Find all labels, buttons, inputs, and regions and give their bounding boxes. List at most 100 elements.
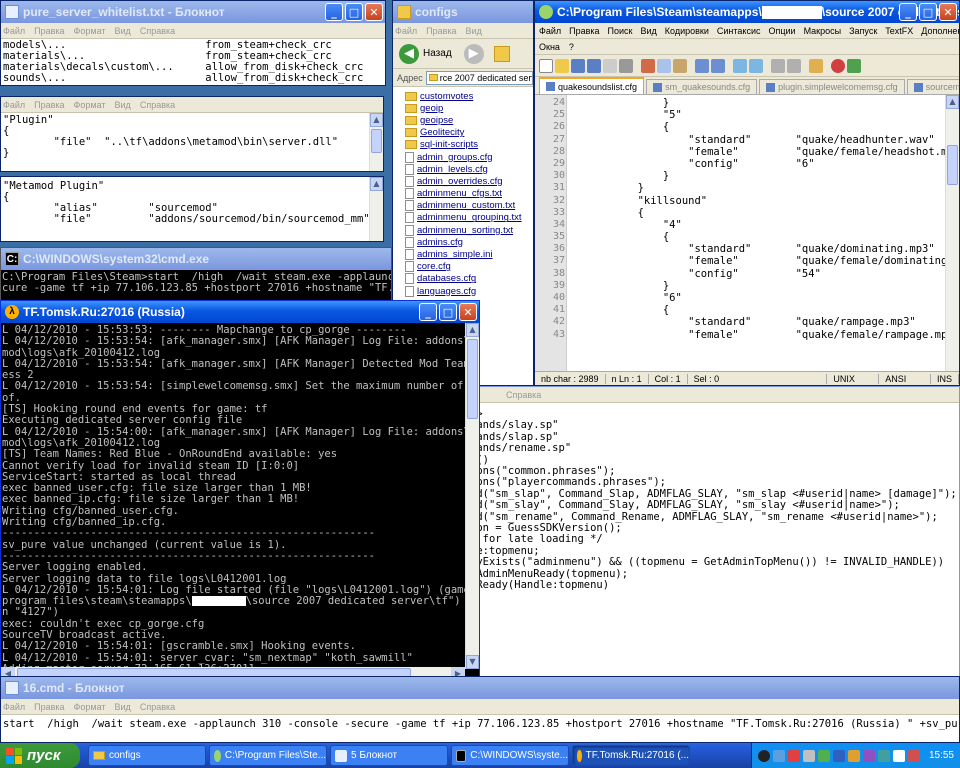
shield-tray-icon[interactable] <box>787 749 800 762</box>
vertical-scrollbar[interactable]: ▲ <box>369 113 383 171</box>
server-console-titlebar[interactable]: λ TF.Tomsk.Ru:27016 (Russia) _ □ ✕ <box>1 301 479 323</box>
file-item[interactable]: admins.cfg <box>393 236 533 248</box>
menu-window[interactable]: Окна <box>539 42 560 52</box>
scroll-up-arrow[interactable]: ▲ <box>946 95 959 109</box>
whitelist-titlebar[interactable]: pure_server_whitelist.txt - Блокнот _ □ … <box>1 1 385 23</box>
file-item[interactable]: databases.cfg <box>393 273 533 285</box>
menu-view[interactable]: Вид <box>115 100 131 110</box>
task-server-console[interactable]: TF.Tomsk.Ru:27016 (... <box>572 745 690 766</box>
app-tray-icon[interactable] <box>832 749 845 762</box>
save-all-icon[interactable] <box>587 58 601 73</box>
vertical-scrollbar[interactable]: ▲ <box>369 177 383 241</box>
cmd-titlebar[interactable]: C: C:\WINDOWS\system32\cmd.exe <box>1 248 391 270</box>
file-item[interactable]: core.cfg <box>393 261 533 273</box>
menu-file[interactable]: Файл <box>539 26 561 36</box>
notepadpp-titlebar[interactable]: C:\Program Files\Steam\steamapps\ \source… <box>535 1 959 23</box>
whitelist-text[interactable]: models\... from_steam+check_crc material… <box>1 39 385 85</box>
menu-textfx[interactable]: TextFX <box>885 26 913 36</box>
file-item[interactable]: adminmenu_grouping.txt <box>393 212 533 224</box>
zoom-out-icon[interactable] <box>787 58 801 73</box>
task-notepad-group[interactable]: 5 Блокнот <box>330 745 448 766</box>
menu-format[interactable]: Формат <box>74 26 106 36</box>
record-macro-icon[interactable] <box>831 58 845 73</box>
start-button[interactable]: пуск <box>0 743 80 768</box>
play-macro-icon[interactable] <box>847 58 861 73</box>
file-item[interactable]: admin_overrides.cfg <box>393 175 533 187</box>
task-explorer-configs[interactable]: configs <box>88 745 206 766</box>
menu-file[interactable]: Файл <box>3 702 25 712</box>
close-button[interactable]: ✕ <box>365 3 383 21</box>
menu-help[interactable]: ? <box>569 42 574 52</box>
menu-file[interactable]: Файл <box>395 26 417 36</box>
vertical-scrollbar[interactable]: ▲ <box>945 95 959 371</box>
metamod-vdf-text[interactable]: "Metamod Plugin" { "alias" "sourcemod" "… <box>1 177 383 241</box>
task-cmd[interactable]: C:\WINDOWS\syste... <box>451 745 569 766</box>
menu-help[interactable]: Справка <box>140 702 175 712</box>
folder-item[interactable]: customvotes <box>393 90 533 102</box>
find-icon[interactable] <box>733 58 747 73</box>
app-tray-icon[interactable] <box>817 749 830 762</box>
minimize-button[interactable]: _ <box>899 3 917 21</box>
scroll-thumb[interactable] <box>947 145 958 185</box>
forward-arrow-icon[interactable]: ▶ <box>463 43 484 64</box>
back-button-label[interactable]: Назад <box>423 48 452 59</box>
menu-view[interactable]: Вид <box>115 26 131 36</box>
steam-tray-icon[interactable] <box>757 749 770 762</box>
volume-tray-icon[interactable] <box>802 749 815 762</box>
maximize-button[interactable]: □ <box>345 3 363 21</box>
tab-quakesoundslist[interactable]: quakesoundslist.cfg <box>539 77 645 94</box>
scroll-thumb[interactable] <box>467 339 478 419</box>
redo-icon[interactable] <box>711 58 725 73</box>
cmd16-titlebar[interactable]: 16.cmd - Блокнот <box>1 677 959 699</box>
wrap-icon[interactable] <box>809 58 823 73</box>
vertical-scrollbar[interactable]: ▲ ▼ <box>465 323 479 669</box>
folder-item[interactable]: sql-init-scripts <box>393 139 533 151</box>
print-icon[interactable] <box>619 58 633 73</box>
menu-edit[interactable]: Правка <box>34 26 64 36</box>
app-tray-icon[interactable] <box>877 749 890 762</box>
task-notepadpp[interactable]: C:\Program Files\Ste... <box>209 745 327 766</box>
scroll-up-arrow[interactable]: ▲ <box>466 323 479 337</box>
up-folder-icon[interactable] <box>493 45 510 62</box>
menu-plugins[interactable]: Дополнения <box>921 26 959 36</box>
new-file-icon[interactable] <box>539 58 553 73</box>
menu-run[interactable]: Запуск <box>849 26 877 36</box>
zoom-in-icon[interactable] <box>771 58 785 73</box>
menu-encoding[interactable]: Кодировки <box>665 26 709 36</box>
plugin-vdf-text[interactable]: "Plugin" { "file" "..\tf\addons\metamod\… <box>1 113 383 171</box>
menu-edit[interactable]: Правка <box>34 702 64 712</box>
copy-icon[interactable] <box>657 58 671 73</box>
menu-help[interactable]: Справка <box>140 26 175 36</box>
file-item[interactable]: admin_groups.cfg <box>393 151 533 163</box>
cut-icon[interactable] <box>641 58 655 73</box>
minimize-button[interactable]: _ <box>419 303 437 321</box>
file-item[interactable]: adminmenu_custom.txt <box>393 200 533 212</box>
paste-icon[interactable] <box>673 58 687 73</box>
menu-file[interactable]: Файл <box>3 26 25 36</box>
menu-view[interactable]: Вид <box>641 26 657 36</box>
tab-sourcemod[interactable]: sourcemod.cfg <box>906 79 959 94</box>
scroll-down-arrow[interactable]: ▼ <box>466 655 479 669</box>
network-tray-icon[interactable] <box>772 749 785 762</box>
menu-file[interactable]: Файл <box>3 100 25 110</box>
close-file-icon[interactable] <box>603 58 617 73</box>
menu-format[interactable]: Формат <box>74 702 106 712</box>
scroll-up-arrow[interactable]: ▲ <box>370 177 383 191</box>
file-item[interactable]: admins_simple.ini <box>393 248 533 261</box>
file-item[interactable]: adminmenu_cfgs.txt <box>393 188 533 200</box>
menu-search[interactable]: Поиск <box>608 26 633 36</box>
folder-item[interactable]: geoipse <box>393 114 533 126</box>
back-arrow-icon[interactable]: ◀ <box>399 43 419 64</box>
app-tray-icon[interactable] <box>892 749 905 762</box>
maximize-button[interactable]: □ <box>439 303 457 321</box>
menu-view[interactable]: Вид <box>466 26 482 36</box>
maximize-button[interactable]: □ <box>919 3 937 21</box>
close-button[interactable]: ✕ <box>459 303 477 321</box>
notepadpp-editor[interactable]: 24 } 25 "5" 26 {27 "standard" "quake/headh… <box>535 95 959 371</box>
menu-macros[interactable]: Макросы <box>804 26 842 36</box>
minimize-button[interactable]: _ <box>325 3 343 21</box>
app-tray-icon[interactable] <box>907 749 920 762</box>
app-tray-icon[interactable] <box>847 749 860 762</box>
menu-edit[interactable]: Правка <box>34 100 64 110</box>
tab-sm-quakesounds[interactable]: sm_quakesounds.cfg <box>646 79 758 94</box>
